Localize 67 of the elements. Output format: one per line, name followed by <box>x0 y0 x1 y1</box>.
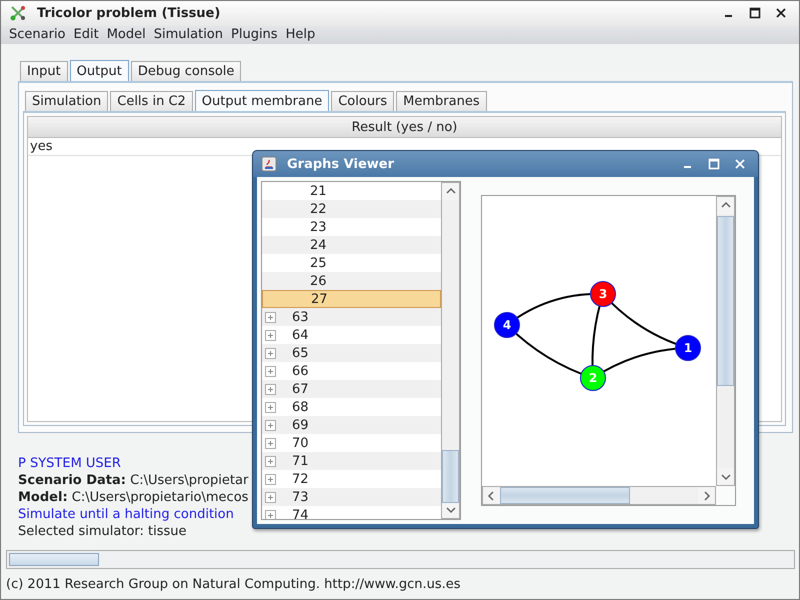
graph-node: 2 <box>580 365 606 391</box>
expand-icon[interactable] <box>265 366 276 376</box>
tab[interactable]: Membranes <box>396 91 487 111</box>
tab[interactable]: Input <box>20 61 68 81</box>
menu-item[interactable]: Model <box>102 27 150 42</box>
log-line: Selected simulator: tissue <box>18 524 187 541</box>
graph-node: 4 <box>494 312 520 338</box>
tab[interactable]: Simulation <box>25 91 108 111</box>
tree-item[interactable]: 24 <box>262 236 441 254</box>
tree-item[interactable]: 74 <box>262 506 441 519</box>
menu-item[interactable]: Help <box>282 27 320 42</box>
tree-item[interactable]: 22 <box>262 200 441 218</box>
column-header[interactable]: Result (yes / no) <box>28 117 781 138</box>
tree-item[interactable]: 66 <box>262 362 441 380</box>
menu-item[interactable]: Edit <box>70 27 103 42</box>
tab[interactable]: Output <box>70 60 129 81</box>
graph-node: 3 <box>590 281 616 307</box>
expand-icon[interactable] <box>265 492 276 502</box>
tree-item[interactable]: 68 <box>262 398 441 416</box>
expand-icon[interactable] <box>265 312 276 322</box>
tab[interactable]: Cells in C2 <box>110 91 193 111</box>
expand-icon[interactable] <box>265 330 276 340</box>
menu-item[interactable]: Simulation <box>150 27 227 42</box>
tree-item[interactable]: 73 <box>262 488 441 506</box>
graph-node: 1 <box>675 335 701 361</box>
tree-item[interactable]: 70 <box>262 434 441 452</box>
log-line: Model: C:\Users\propietario\mecos <box>18 490 248 507</box>
window-title: Tricolor problem (Tissue) <box>37 6 222 21</box>
tree-item[interactable]: 67 <box>262 380 441 398</box>
scroll-thumb[interactable] <box>442 450 459 503</box>
scrollbar[interactable] <box>441 182 460 519</box>
log-line: Scenario Data: C:\Users\propietar <box>18 473 248 490</box>
log-line: P SYSTEM USER <box>18 456 121 473</box>
tree-item[interactable]: 65 <box>262 344 441 362</box>
tree-item[interactable]: 26 <box>262 272 441 290</box>
tree-item[interactable]: 27 <box>262 290 441 308</box>
status-text: (c) 2011 Research Group on Natural Computing. http://www.gcn.us.es <box>6 576 462 594</box>
expand-icon[interactable] <box>265 384 276 394</box>
tree-item[interactable]: 69 <box>262 416 441 434</box>
expand-icon[interactable] <box>265 420 276 430</box>
scroll-thumb[interactable] <box>717 216 734 386</box>
tab[interactable]: Output membrane <box>194 90 330 111</box>
app-icon <box>261 156 277 172</box>
tree-item[interactable]: 71 <box>262 452 441 470</box>
tree-item[interactable]: 63 <box>262 308 441 326</box>
window-title: Graphs Viewer <box>287 156 396 172</box>
log-line: Simulate until a halting condition <box>18 507 234 524</box>
tree-item[interactable]: 25 <box>262 254 441 272</box>
menu-item[interactable]: Plugins <box>227 27 282 42</box>
scrollbar[interactable] <box>716 196 735 486</box>
expand-icon[interactable] <box>265 438 276 448</box>
expand-icon[interactable] <box>265 402 276 412</box>
scroll-thumb[interactable] <box>500 487 630 504</box>
table-cell-text: yes <box>29 139 52 154</box>
tab[interactable]: Debug console <box>130 61 242 81</box>
scrollbar[interactable] <box>482 486 716 505</box>
app-icon <box>9 4 27 22</box>
expand-icon[interactable] <box>265 510 276 519</box>
tree-item[interactable]: 64 <box>262 326 441 344</box>
tree-item[interactable]: 72 <box>262 470 441 488</box>
menu-item[interactable]: Scenario <box>5 27 70 42</box>
expand-icon[interactable] <box>265 456 276 466</box>
expand-icon[interactable] <box>265 348 276 358</box>
expand-icon[interactable] <box>265 474 276 484</box>
tab[interactable]: Colours <box>331 91 394 111</box>
tree-item[interactable]: 21 <box>262 182 441 200</box>
tree-item[interactable]: 23 <box>262 218 441 236</box>
